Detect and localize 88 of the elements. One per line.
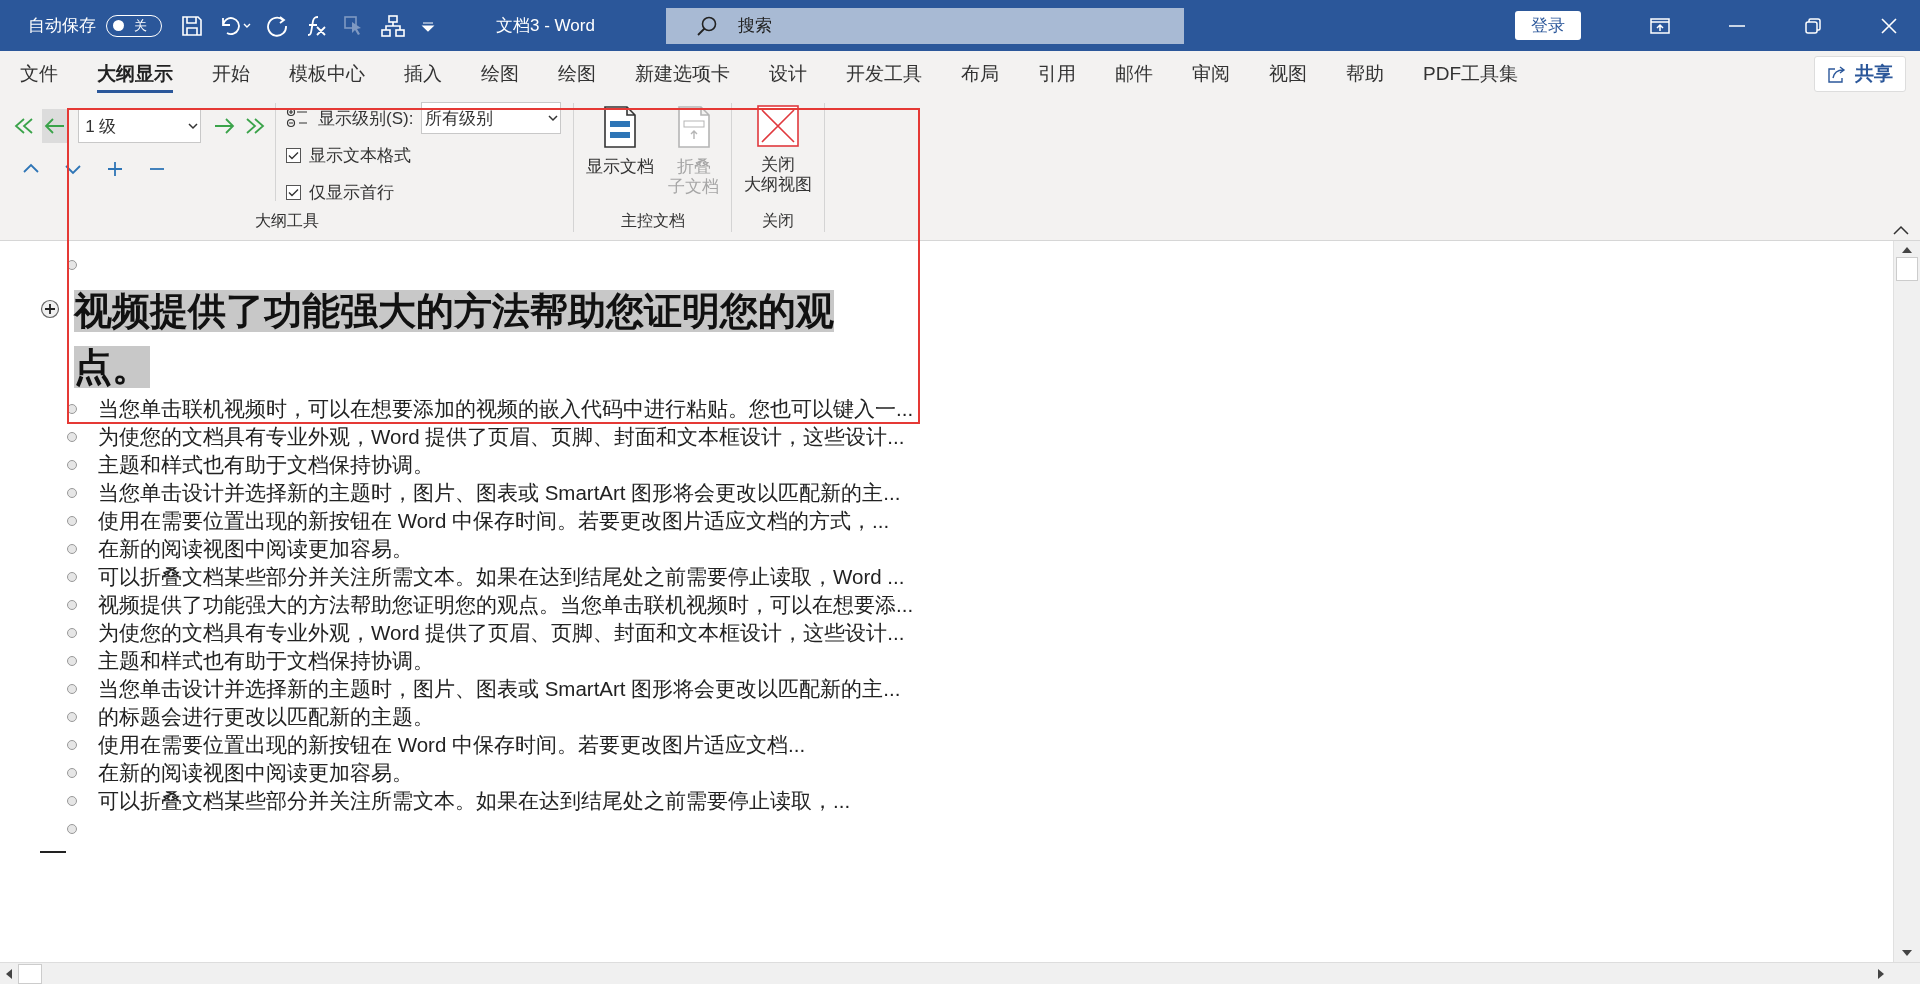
body-text-line: 在新的阅读视图中阅读更加容易。 bbox=[98, 760, 413, 786]
ribbon-tab[interactable]: 模板中心 bbox=[289, 55, 365, 93]
body-text-line: 当您单击设计并选择新的主题时，图片、图表或 SmartArt 图形将会更改以匹配新的主... bbox=[98, 480, 901, 506]
outline-bullet-icon[interactable] bbox=[67, 712, 77, 722]
outline-bullet-icon[interactable] bbox=[67, 656, 77, 666]
ribbon-tab[interactable]: 邮件 bbox=[1115, 55, 1153, 93]
outline-bullet-icon[interactable] bbox=[67, 824, 77, 834]
show-level-label: 显示级别(S): bbox=[318, 107, 414, 130]
scrollbar-thumb[interactable] bbox=[1896, 257, 1918, 281]
ribbon-tab[interactable]: 布局 bbox=[961, 55, 999, 93]
outline-level-dropdown[interactable]: 1 级 bbox=[78, 109, 201, 143]
ribbon-tab[interactable]: 审阅 bbox=[1192, 55, 1230, 93]
body-text-line: 可以折叠文档某些部分并关注所需文本。如果在达到结尾处之前需要停止读取，... bbox=[98, 788, 851, 814]
document-icon bbox=[676, 105, 711, 149]
body-text-line: 当您单击设计并选择新的主题时，图片、图表或 SmartArt 图形将会更改以匹配新的主... bbox=[98, 676, 901, 702]
body-text-line: 的标题会进行更改以匹配新的主题。 bbox=[98, 704, 434, 730]
outline-bullet-icon[interactable] bbox=[67, 432, 77, 442]
ribbon-tab[interactable]: PDF工具集 bbox=[1423, 55, 1518, 93]
ribbon-tab[interactable]: 大纲显示 bbox=[97, 55, 173, 93]
scroll-down-icon[interactable] bbox=[1900, 948, 1914, 958]
outline-bullet-icon[interactable] bbox=[67, 488, 77, 498]
body-text-line: 使用在需要位置出现的新按钮在 Word 中保存时间。若要更改图片适应文档的方式，... bbox=[98, 508, 890, 534]
show-level-icon bbox=[286, 107, 310, 129]
body-text-line: 为使您的文档具有专业外观，Word 提供了页眉、页脚、封面和文本框设计，这些设计... bbox=[98, 620, 905, 646]
checkbox-label: 仅显示首行 bbox=[309, 181, 394, 204]
window-title: 文档3 - Word bbox=[496, 15, 596, 37]
close-icon[interactable] bbox=[1880, 16, 1898, 35]
scroll-up-icon[interactable] bbox=[1900, 245, 1914, 255]
dropdown-caret-icon bbox=[185, 121, 200, 131]
search-field[interactable]: 搜索 bbox=[666, 7, 1184, 44]
ribbon-button[interactable]: 显示文档 bbox=[582, 103, 659, 209]
body-text-line: 当您单击联机视频时，可以在想要添加的视频的嵌入代码中进行粘贴。您也可以键入一... bbox=[98, 396, 914, 422]
outline-bullet-icon[interactable] bbox=[67, 628, 77, 638]
scroll-right-icon[interactable] bbox=[1876, 966, 1886, 981]
outline-bullet-icon[interactable] bbox=[67, 572, 77, 582]
body-text-line: 可以折叠文档某些部分并关注所需文本。如果在达到结尾处之前需要停止读取，Word ... bbox=[98, 564, 905, 590]
body-text-line: 在新的阅读视图中阅读更加容易。 bbox=[98, 536, 413, 562]
ribbon-display-icon[interactable] bbox=[1650, 16, 1670, 35]
ribbon-tab[interactable]: 开始 bbox=[212, 55, 250, 93]
heading-text: 视频提供了功能强大的方法帮助您证明您的观点。 bbox=[74, 289, 835, 390]
org-chart-icon[interactable] bbox=[380, 13, 406, 38]
collapse-ribbon-icon[interactable] bbox=[1892, 224, 1910, 236]
ribbon-tab[interactable]: 新建选项卡 bbox=[635, 55, 730, 93]
close-outline-icon bbox=[756, 105, 801, 147]
body-text-line: 为使您的文档具有专业外观，Word 提供了页眉、页脚、封面和文本框设计，这些设计... bbox=[98, 424, 905, 450]
ribbon-tab[interactable]: 帮助 bbox=[1346, 55, 1384, 93]
outline-bullet-icon[interactable] bbox=[67, 260, 77, 270]
ribbon-tab[interactable]: 开发工具 bbox=[846, 55, 922, 93]
body-text-line: 主题和样式也有助于文档保持协调。 bbox=[98, 452, 434, 478]
redo-icon[interactable] bbox=[266, 13, 290, 38]
document-icon bbox=[603, 105, 638, 149]
checkbox-label: 显示文本格式 bbox=[309, 144, 411, 167]
ribbon-tab[interactable]: 设计 bbox=[769, 55, 807, 93]
restore-icon[interactable] bbox=[1804, 16, 1822, 35]
ribbon-tab[interactable]: 插入 bbox=[404, 55, 442, 93]
outline-bullet-icon[interactable] bbox=[67, 404, 77, 414]
ribbon-tab[interactable]: 引用 bbox=[1038, 55, 1076, 93]
outline-bullet-icon[interactable] bbox=[67, 600, 77, 610]
outline-bullet-icon[interactable] bbox=[67, 544, 77, 554]
checkbox[interactable] bbox=[286, 147, 301, 163]
outline-bullet-icon[interactable] bbox=[67, 516, 77, 526]
group-label: 关闭 bbox=[761, 211, 796, 231]
ribbon-tab[interactable]: 绘图 bbox=[558, 55, 596, 93]
scrollbar-thumb[interactable] bbox=[18, 963, 42, 984]
outline-bullet-icon[interactable] bbox=[67, 796, 77, 806]
checkbox[interactable] bbox=[286, 184, 301, 200]
share-button[interactable]: 共享 bbox=[1814, 56, 1906, 92]
body-text-line: 视频提供了功能强大的方法帮助您证明您的观点。当您单击联机视频时，可以在想要添... bbox=[98, 592, 914, 618]
outline-bullet-icon[interactable] bbox=[67, 768, 77, 778]
group-label: 主控文档 bbox=[619, 211, 686, 231]
save-icon[interactable] bbox=[180, 13, 204, 38]
ribbon-tab[interactable]: 文件 bbox=[20, 55, 58, 93]
body-text-line: 使用在需要位置出现的新按钮在 Word 中保存时间。若要更改图片适应文档... bbox=[98, 732, 806, 758]
ribbon-button[interactable]: 关闭 大纲视图 bbox=[740, 103, 817, 209]
show-level-dropdown[interactable]: 所有级别 bbox=[421, 102, 562, 134]
group-label: 大纲工具 bbox=[253, 211, 320, 231]
dropdown-caret-icon bbox=[546, 113, 561, 123]
outline-bullet-icon[interactable] bbox=[67, 684, 77, 694]
outline-bullet-icon[interactable] bbox=[67, 740, 77, 750]
ribbon-tab[interactable]: 视图 bbox=[1269, 55, 1307, 93]
sign-in-button[interactable]: 登录 bbox=[1515, 11, 1581, 40]
body-text-line: 主题和样式也有助于文档保持协调。 bbox=[98, 648, 434, 674]
expand-heading-icon[interactable] bbox=[40, 299, 60, 319]
outline-bullet-icon[interactable] bbox=[67, 460, 77, 470]
autosave-label: 自动保存 bbox=[28, 15, 96, 37]
ribbon-tab[interactable]: 绘图 bbox=[481, 55, 519, 93]
scroll-left-icon[interactable] bbox=[4, 966, 14, 981]
share-icon bbox=[1827, 65, 1847, 83]
